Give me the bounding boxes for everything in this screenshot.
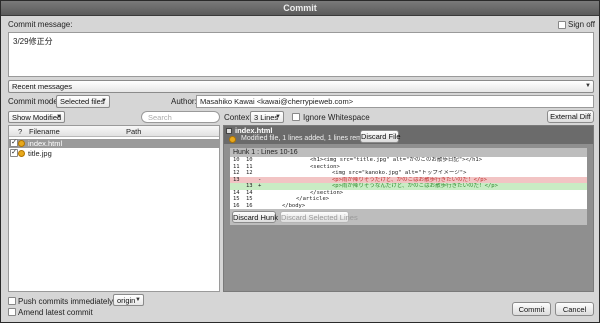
commit-mode-value: Selected files — [60, 97, 105, 106]
show-modified-filter[interactable]: Show Modified ▼ — [8, 111, 65, 123]
dropdown-arrow-icon: ▼ — [101, 98, 107, 104]
amend-commit-checkbox[interactable] — [8, 308, 16, 316]
author-field[interactable]: Masahiko Kawai <kawai@cherrypieweb.com> — [196, 95, 594, 108]
commit-mode-label: Commit mode: — [8, 97, 61, 106]
file-row[interactable]: ✓ index.html — [9, 139, 219, 148]
file-checkbox[interactable]: ✓ — [10, 149, 18, 157]
commit-dialog: Commit Commit message: Sign off 3/29修正分 … — [0, 0, 600, 323]
recent-messages-label: Recent messages — [12, 82, 73, 91]
file-name: title.jpg — [28, 149, 52, 158]
discard-file-button[interactable]: Discard File — [360, 130, 401, 143]
modified-file-icon — [229, 136, 236, 143]
commit-message-input[interactable]: 3/29修正分 — [8, 32, 594, 77]
filter-value: Show Modified — [12, 113, 62, 122]
search-placeholder: Search — [148, 113, 172, 122]
search-input[interactable]: Search — [141, 111, 220, 123]
ignore-whitespace-label: Ignore Whitespace — [303, 113, 370, 122]
cancel-button[interactable]: Cancel — [555, 302, 594, 316]
window-title: Commit — [283, 3, 317, 13]
commit-button[interactable]: Commit — [512, 302, 551, 316]
hunk-actions: Discard Hunk Discard Selected Lines — [230, 209, 587, 225]
file-checkbox[interactable]: ✓ — [10, 139, 18, 147]
dropdown-arrow-icon: ▼ — [135, 297, 141, 303]
external-diff-button[interactable]: External Diff — [547, 110, 594, 123]
file-icon — [226, 128, 232, 134]
column-path[interactable]: Path — [126, 126, 141, 137]
column-status[interactable]: ? — [18, 126, 22, 137]
commit-message-text: 3/29修正分 — [13, 37, 53, 46]
commit-message-label: Commit message: — [8, 20, 73, 29]
modified-file-icon — [18, 150, 25, 157]
file-list: ? Filename Path ✓ index.html ✓ title.jpg — [8, 125, 220, 292]
push-immediately-label: Push commits immediately to: — [18, 297, 125, 306]
commit-mode-select[interactable]: Selected files ▼ — [56, 95, 110, 108]
diff-file-name: index.html — [235, 126, 273, 135]
file-name: index.html — [28, 139, 63, 148]
title-bar: Commit — [1, 1, 599, 16]
ignore-whitespace-checkbox[interactable] — [292, 113, 300, 121]
discard-selected-lines-button[interactable]: Discard Selected Lines — [280, 211, 358, 223]
hunk-header: Hunk 1 : Lines 10-16 — [230, 148, 587, 157]
diff-file-header: index.html Modified file, 1 lines added,… — [224, 126, 593, 144]
file-row[interactable]: ✓ title.jpg — [9, 149, 219, 158]
author-label: Author: — [171, 97, 197, 106]
file-list-header: ? Filename Path — [9, 126, 219, 137]
diff-file-status: Modified file, 1 lines added, 1 lines re… — [241, 135, 378, 142]
discard-hunk-button[interactable]: Discard Hunk — [232, 211, 278, 223]
modified-file-icon — [18, 140, 25, 147]
dropdown-arrow-icon: ▼ — [275, 114, 281, 120]
diff-pane: index.html Modified file, 1 lines added,… — [223, 125, 594, 292]
dropdown-arrow-icon: ▼ — [56, 114, 62, 120]
amend-commit-label: Amend latest commit — [18, 308, 93, 317]
author-value: Masahiko Kawai <kawai@cherrypieweb.com> — [200, 97, 354, 106]
context-select[interactable]: 3 Lines ▼ — [250, 111, 284, 123]
remote-value: origin — [117, 296, 136, 305]
recent-messages-dropdown[interactable]: Recent messages ▼ — [8, 80, 594, 93]
diff-code: 10 10 <h1><img src="title.jpg" alt="かのこのお散… — [230, 157, 587, 209]
sign-off-label: Sign off — [568, 20, 595, 29]
push-remote-select[interactable]: origin ▼ — [113, 294, 144, 306]
dropdown-arrow-icon: ▼ — [585, 83, 591, 89]
column-filename[interactable]: Filename — [29, 126, 60, 137]
push-immediately-checkbox[interactable] — [8, 297, 16, 305]
sign-off-checkbox[interactable] — [558, 21, 566, 29]
